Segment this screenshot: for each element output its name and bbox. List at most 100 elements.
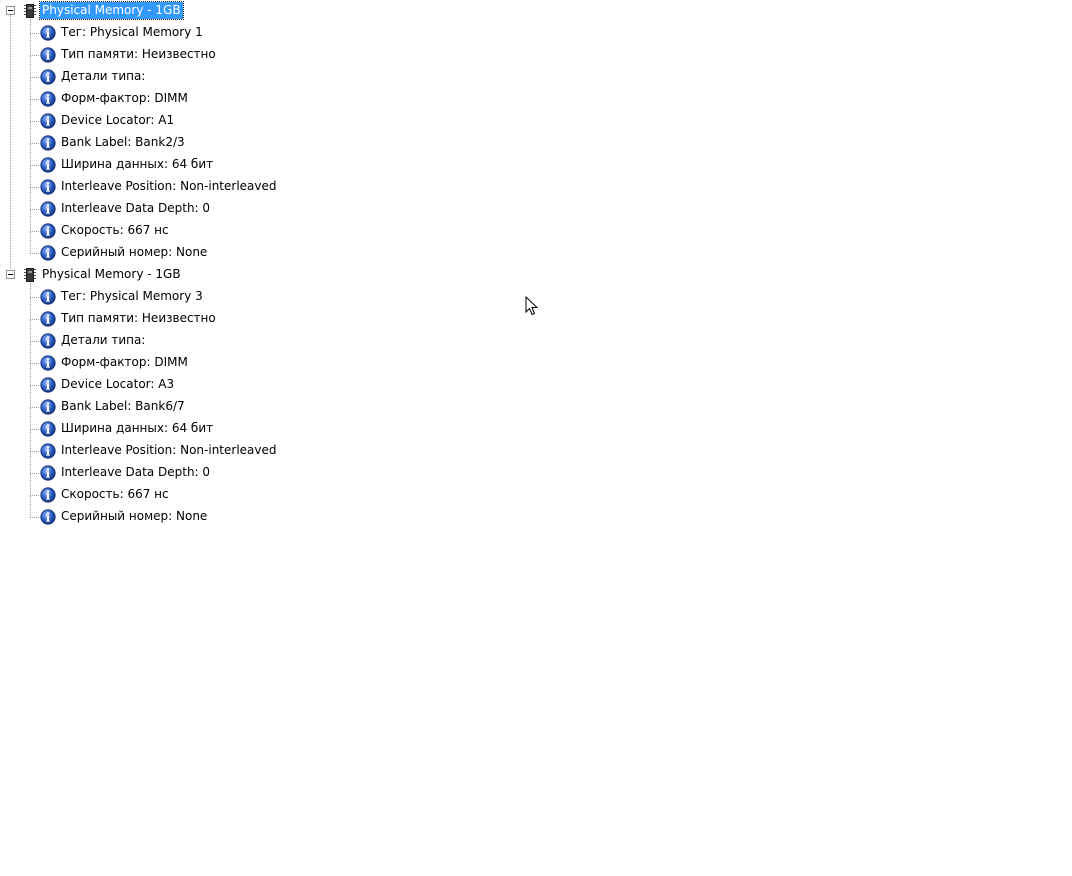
info-icon bbox=[40, 69, 56, 85]
tree-leaf-property[interactable]: Тип памяти: Неизвестно bbox=[0, 44, 400, 66]
mouse-cursor-icon bbox=[525, 296, 539, 316]
info-icon bbox=[40, 333, 56, 349]
tree-leaf-property[interactable]: Interleave Data Depth: 0 bbox=[0, 198, 400, 220]
property-text: Interleave Data Depth: 0 bbox=[61, 201, 211, 215]
tree-connector-line bbox=[30, 319, 39, 320]
info-icon bbox=[40, 201, 56, 217]
collapse-toggle-icon[interactable] bbox=[6, 270, 15, 279]
info-icon bbox=[40, 311, 56, 327]
tree-connector-line bbox=[30, 283, 31, 517]
tree-connector-line bbox=[30, 517, 39, 518]
tree-leaf-property[interactable]: Тип памяти: Неизвестно bbox=[0, 308, 400, 330]
tree-leaf-property[interactable]: Ширина данных: 64 бит bbox=[0, 154, 400, 176]
tree-connector-line bbox=[30, 19, 31, 253]
property-text: Форм-фактор: DIMM bbox=[61, 355, 188, 369]
tree-leaf-property[interactable]: Тег: Physical Memory 3 bbox=[0, 286, 400, 308]
tree-connector-line bbox=[30, 121, 39, 122]
property-text: Тип памяти: Неизвестно bbox=[61, 47, 216, 61]
info-icon bbox=[40, 179, 56, 195]
info-icon bbox=[40, 377, 56, 393]
property-text: Bank Label: Bank2/3 bbox=[61, 135, 185, 149]
property-text: Серийный номер: None bbox=[61, 245, 208, 259]
tree-leaf-property[interactable]: Форм-фактор: DIMM bbox=[0, 88, 400, 110]
tree-connector-line bbox=[30, 209, 39, 210]
tree-connector-line bbox=[30, 165, 39, 166]
tree-connector-line bbox=[30, 253, 39, 254]
property-text: Device Locator: A3 bbox=[61, 377, 175, 391]
property-text: Interleave Position: Non-interleaved bbox=[61, 443, 277, 457]
info-icon bbox=[40, 487, 56, 503]
info-icon bbox=[40, 399, 56, 415]
property-text: Device Locator: A1 bbox=[61, 113, 175, 127]
tree-leaf-property[interactable]: Детали типа: bbox=[0, 66, 400, 88]
property-text: Детали типа: bbox=[61, 69, 146, 83]
tree-connector-line bbox=[30, 385, 39, 386]
info-icon bbox=[40, 223, 56, 239]
tree-connector-line bbox=[30, 407, 39, 408]
property-text: Bank Label: Bank6/7 bbox=[61, 399, 185, 413]
tree-connector-line bbox=[30, 143, 39, 144]
info-icon bbox=[40, 509, 56, 525]
tree-leaf-property[interactable]: Скорость: 667 нс bbox=[0, 484, 400, 506]
tree-leaf-property[interactable]: Device Locator: A1 bbox=[0, 110, 400, 132]
memory-chip-icon bbox=[22, 3, 38, 19]
tree-node-physical-memory[interactable]: Physical Memory - 1GB bbox=[0, 264, 400, 286]
info-icon bbox=[40, 25, 56, 41]
info-icon bbox=[40, 465, 56, 481]
tree-leaf-property[interactable]: Серийный номер: None bbox=[0, 506, 400, 528]
tree-leaf-property[interactable]: Interleave Position: Non-interleaved bbox=[0, 176, 400, 198]
property-text: Тип памяти: Неизвестно bbox=[61, 311, 216, 325]
tree-connector-line bbox=[30, 297, 39, 298]
tree-node-label[interactable]: Physical Memory - 1GB bbox=[40, 266, 183, 283]
tree-root-connector-line bbox=[10, 15, 11, 271]
tree-leaf-property[interactable]: Interleave Data Depth: 0 bbox=[0, 462, 400, 484]
collapse-toggle-icon[interactable] bbox=[6, 6, 15, 15]
tree-leaf-property[interactable]: Ширина данных: 64 бит bbox=[0, 418, 400, 440]
tree-leaf-property[interactable]: Тег: Physical Memory 1 bbox=[0, 22, 400, 44]
property-text: Тег: Physical Memory 1 bbox=[61, 25, 203, 39]
info-icon bbox=[40, 157, 56, 173]
property-text: Серийный номер: None bbox=[61, 509, 208, 523]
info-icon bbox=[40, 47, 56, 63]
info-icon bbox=[40, 245, 56, 261]
memory-chip-icon bbox=[22, 267, 38, 283]
property-text: Ширина данных: 64 бит bbox=[61, 421, 214, 435]
tree-connector-line bbox=[30, 55, 39, 56]
tree-leaf-property[interactable]: Interleave Position: Non-interleaved bbox=[0, 440, 400, 462]
property-text: Ширина данных: 64 бит bbox=[61, 157, 214, 171]
tree-connector-line bbox=[30, 451, 39, 452]
tree-leaf-property[interactable]: Детали типа: bbox=[0, 330, 400, 352]
property-text: Скорость: 667 нс bbox=[61, 487, 169, 501]
tree-connector-line bbox=[30, 341, 39, 342]
tree-connector-line bbox=[30, 77, 39, 78]
tree-connector-line bbox=[30, 429, 39, 430]
memory-tree-view[interactable]: Physical Memory - 1GB Тег: Physical Memor… bbox=[0, 0, 400, 528]
tree-node-physical-memory[interactable]: Physical Memory - 1GB bbox=[0, 0, 400, 22]
info-icon bbox=[40, 91, 56, 107]
tree-leaf-property[interactable]: Bank Label: Bank6/7 bbox=[0, 396, 400, 418]
tree-node-label[interactable]: Physical Memory - 1GB bbox=[39, 1, 184, 20]
info-icon bbox=[40, 289, 56, 305]
property-text: Скорость: 667 нс bbox=[61, 223, 169, 237]
property-text: Форм-фактор: DIMM bbox=[61, 91, 188, 105]
tree-leaf-property[interactable]: Скорость: 667 нс bbox=[0, 220, 400, 242]
info-icon bbox=[40, 113, 56, 129]
info-icon bbox=[40, 135, 56, 151]
property-text: Interleave Data Depth: 0 bbox=[61, 465, 211, 479]
property-text: Тег: Physical Memory 3 bbox=[61, 289, 203, 303]
info-icon bbox=[40, 421, 56, 437]
tree-connector-line bbox=[30, 33, 39, 34]
info-icon bbox=[40, 355, 56, 371]
property-text: Interleave Position: Non-interleaved bbox=[61, 179, 277, 193]
tree-connector-line bbox=[30, 363, 39, 364]
tree-connector-line bbox=[30, 473, 39, 474]
info-icon bbox=[40, 443, 56, 459]
tree-leaf-property[interactable]: Bank Label: Bank2/3 bbox=[0, 132, 400, 154]
tree-leaf-property[interactable]: Device Locator: A3 bbox=[0, 374, 400, 396]
tree-leaf-property[interactable]: Форм-фактор: DIMM bbox=[0, 352, 400, 374]
tree-connector-line bbox=[30, 495, 39, 496]
tree-connector-line bbox=[30, 231, 39, 232]
property-text: Детали типа: bbox=[61, 333, 146, 347]
tree-leaf-property[interactable]: Серийный номер: None bbox=[0, 242, 400, 264]
tree-connector-line bbox=[30, 99, 39, 100]
